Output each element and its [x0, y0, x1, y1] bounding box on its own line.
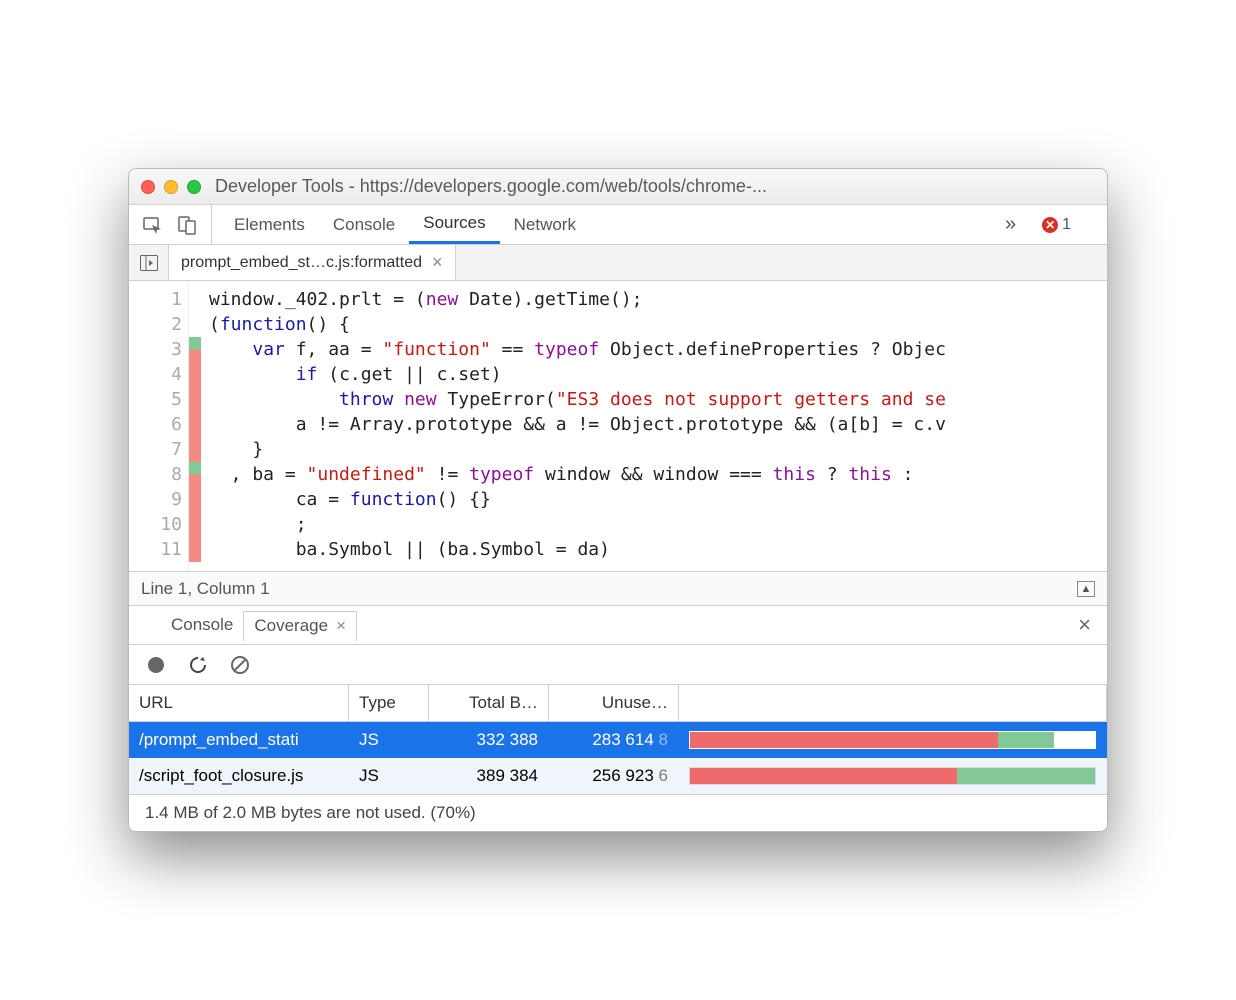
close-drawer-icon[interactable]: ×: [1070, 612, 1099, 638]
close-drawer-tab-icon[interactable]: ×: [336, 616, 346, 636]
reload-icon[interactable]: [187, 654, 209, 676]
line-number: 7: [129, 437, 182, 462]
code-line[interactable]: (function() {: [209, 312, 946, 337]
code-editor[interactable]: 1234567891011 window._402.prlt = (new Da…: [129, 281, 1107, 571]
line-number: 4: [129, 362, 182, 387]
col-type[interactable]: Type: [349, 685, 429, 721]
settings-menu-icon[interactable]: [1081, 215, 1093, 235]
tab-sources[interactable]: Sources: [409, 205, 499, 244]
code-line[interactable]: window._402.prlt = (new Date).getTime();: [209, 287, 946, 312]
file-tab-label: prompt_embed_st…c.js:formatted: [181, 254, 422, 272]
drawer-tabs: ConsoleCoverage× ×: [129, 605, 1107, 645]
coverage-marker: [189, 337, 201, 362]
coverage-marker: [189, 462, 201, 487]
tab-elements[interactable]: Elements: [220, 205, 319, 244]
line-number: 3: [129, 337, 182, 362]
coverage-marker: [189, 387, 201, 412]
code-line[interactable]: }: [209, 437, 946, 462]
record-icon[interactable]: [145, 654, 167, 676]
line-number: 9: [129, 487, 182, 512]
line-number: 1: [129, 287, 182, 312]
minimize-window-icon[interactable]: [164, 180, 178, 194]
file-tabstrip: prompt_embed_st…c.js:formatted ×: [129, 245, 1107, 281]
cell-total: 332 388: [429, 730, 549, 750]
coverage-row[interactable]: /prompt_embed_statiJS332 388283 614 8: [129, 722, 1107, 758]
coverage-marker: [189, 287, 201, 312]
drawer-tab-console[interactable]: Console: [161, 610, 243, 641]
col-url[interactable]: URL: [129, 685, 349, 721]
editor-statusbar: Line 1, Column 1 ▲: [129, 571, 1107, 605]
coverage-summary: 1.4 MB of 2.0 MB bytes are not used. (70…: [129, 794, 1107, 831]
coverage-gutter: [189, 281, 201, 571]
line-number: 8: [129, 462, 182, 487]
coverage-marker: [189, 537, 201, 562]
error-count-badge[interactable]: ✕ 1: [1042, 216, 1071, 234]
code-line[interactable]: ca = function() {}: [209, 487, 946, 512]
code-line[interactable]: , ba = "undefined" != typeof window && w…: [209, 462, 946, 487]
coverage-table: URL Type Total B… Unuse… /prompt_embed_s…: [129, 685, 1107, 794]
code-line[interactable]: ba.Symbol || (ba.Symbol = da): [209, 537, 946, 562]
file-tab[interactable]: prompt_embed_st…c.js:formatted ×: [169, 245, 456, 280]
cell-type: JS: [349, 730, 429, 750]
clear-icon[interactable]: [229, 654, 251, 676]
coverage-toolbar: [129, 645, 1107, 685]
coverage-marker: [189, 512, 201, 537]
drawer-menu-icon[interactable]: [137, 616, 157, 634]
line-number: 10: [129, 512, 182, 537]
window-title: Developer Tools - https://developers.goo…: [215, 176, 1095, 197]
line-number: 2: [129, 312, 182, 337]
coverage-marker: [189, 312, 201, 337]
line-number: 11: [129, 537, 182, 562]
more-tabs-icon[interactable]: »: [993, 213, 1028, 236]
code-line[interactable]: ;: [209, 512, 946, 537]
zoom-window-icon[interactable]: [187, 180, 201, 194]
cell-bar: [679, 731, 1107, 749]
cursor-position: Line 1, Column 1: [141, 579, 270, 599]
cell-total: 389 384: [429, 766, 549, 786]
traffic-lights: [141, 180, 201, 194]
code-line[interactable]: if (c.get || c.set): [209, 362, 946, 387]
cell-url: /prompt_embed_stati: [129, 730, 349, 750]
col-unused[interactable]: Unuse…: [549, 685, 679, 721]
line-number: 5: [129, 387, 182, 412]
code-line[interactable]: throw new TypeError("ES3 does not suppor…: [209, 387, 946, 412]
error-icon: ✕: [1042, 217, 1058, 233]
code-line[interactable]: a != Array.prototype && a != Object.prot…: [209, 412, 946, 437]
line-number-gutter: 1234567891011: [129, 281, 189, 571]
devtools-window: Developer Tools - https://developers.goo…: [128, 168, 1108, 832]
device-toolbar-icon[interactable]: [177, 215, 197, 235]
inspect-element-icon[interactable]: [143, 215, 163, 235]
cell-type: JS: [349, 766, 429, 786]
tab-console[interactable]: Console: [319, 205, 409, 244]
cell-unused: 256 923 6: [549, 766, 679, 786]
collapse-panel-icon[interactable]: ▲: [1077, 581, 1095, 597]
cell-unused: 283 614 8: [549, 730, 679, 750]
coverage-marker: [189, 487, 201, 512]
close-window-icon[interactable]: [141, 180, 155, 194]
code-content[interactable]: window._402.prlt = (new Date).getTime();…: [201, 281, 946, 571]
navigator-toggle-icon[interactable]: [129, 245, 169, 280]
titlebar: Developer Tools - https://developers.goo…: [129, 169, 1107, 205]
coverage-marker: [189, 362, 201, 387]
cell-url: /script_foot_closure.js: [129, 766, 349, 786]
cell-bar: [679, 767, 1107, 785]
coverage-table-header: URL Type Total B… Unuse…: [129, 685, 1107, 722]
col-bar: [679, 685, 1107, 721]
line-number: 6: [129, 412, 182, 437]
main-toolbar: ElementsConsoleSourcesNetwork » ✕ 1: [129, 205, 1107, 245]
coverage-row[interactable]: /script_foot_closure.jsJS389 384256 923 …: [129, 758, 1107, 794]
code-line[interactable]: var f, aa = "function" == typeof Object.…: [209, 337, 946, 362]
coverage-marker: [189, 437, 201, 462]
close-tab-icon[interactable]: ×: [432, 252, 443, 273]
drawer-tab-coverage[interactable]: Coverage×: [243, 611, 357, 642]
col-total[interactable]: Total B…: [429, 685, 549, 721]
coverage-marker: [189, 412, 201, 437]
error-count: 1: [1062, 216, 1071, 234]
tab-network[interactable]: Network: [500, 205, 590, 244]
